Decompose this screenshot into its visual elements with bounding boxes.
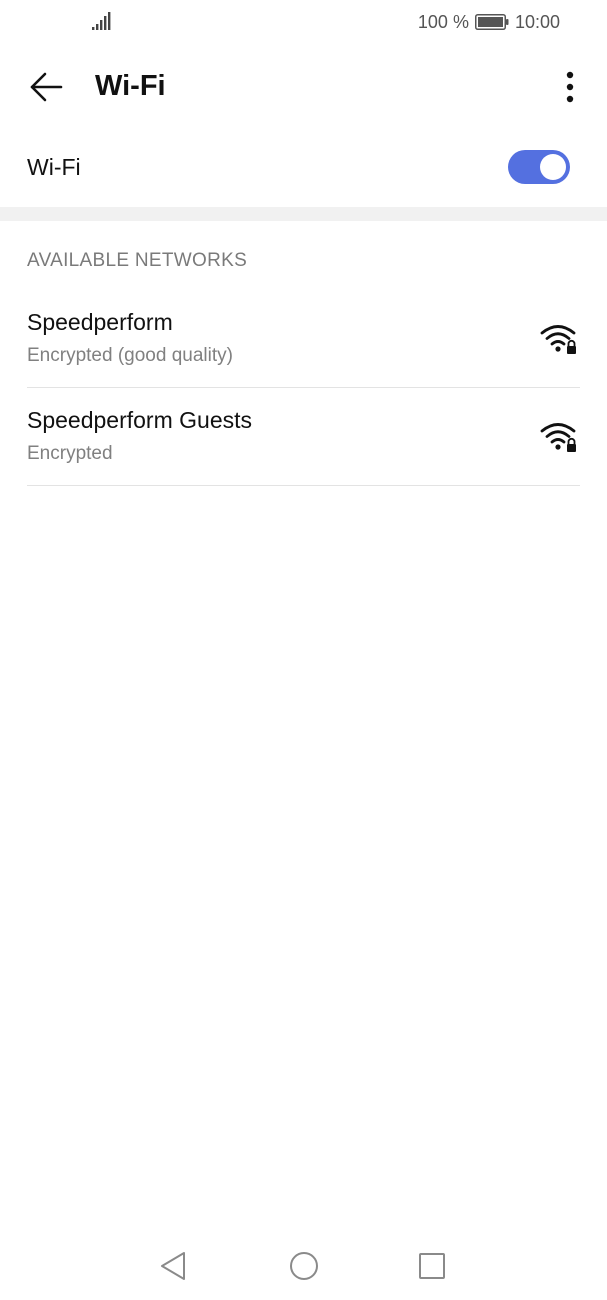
network-item[interactable]: Speedperform Guests Encrypted [27, 388, 580, 486]
toggle-knob [540, 154, 566, 180]
wifi-toggle-label: Wi-Fi [27, 154, 81, 180]
network-status: Encrypted (good quality) [27, 345, 233, 366]
network-item[interactable]: Speedperform Encrypted (good quality) [27, 290, 580, 388]
network-status: Encrypted [27, 443, 113, 464]
wifi-toggle-switch[interactable] [508, 150, 570, 184]
section-divider [0, 207, 607, 221]
wifi-locked-icon [540, 423, 576, 452]
system-nav-bar [0, 1232, 607, 1300]
triangle-back-icon [161, 1252, 185, 1280]
status-right-group: 100 % 10:00 [418, 11, 560, 33]
more-vertical-icon [566, 71, 574, 103]
arrow-left-icon [30, 72, 63, 102]
wifi-locked-icon [540, 325, 576, 354]
nav-back-button[interactable] [153, 1246, 193, 1286]
network-name: Speedperform Guests [27, 407, 253, 433]
page-title: Wi-Fi [95, 70, 166, 102]
available-networks-header: AVAILABLE NETWORKS [27, 250, 248, 271]
nav-recents-button[interactable] [412, 1246, 452, 1286]
wifi-settings-screen: 100 % 10:00 Wi-Fi Wi-Fi AVAILABLE NETWOR… [0, 0, 607, 1300]
back-button[interactable] [22, 66, 70, 108]
status-bar: 100 % 10:00 [0, 0, 607, 46]
status-time: 10:00 [514, 11, 560, 32]
network-list: Speedperform Encrypted (good quality) Sp… [0, 290, 607, 486]
battery-percent: 100 % [417, 11, 469, 32]
signal-bars-icon [92, 12, 111, 30]
battery-full-icon [474, 14, 509, 30]
square-recents-icon [419, 1253, 445, 1279]
network-name: Speedperform [27, 309, 173, 335]
more-options-button[interactable] [555, 66, 585, 108]
wifi-toggle-row[interactable]: Wi-Fi [0, 128, 607, 206]
app-bar: Wi-Fi [0, 46, 607, 128]
nav-home-button[interactable] [284, 1246, 324, 1286]
circle-home-icon [290, 1252, 318, 1280]
